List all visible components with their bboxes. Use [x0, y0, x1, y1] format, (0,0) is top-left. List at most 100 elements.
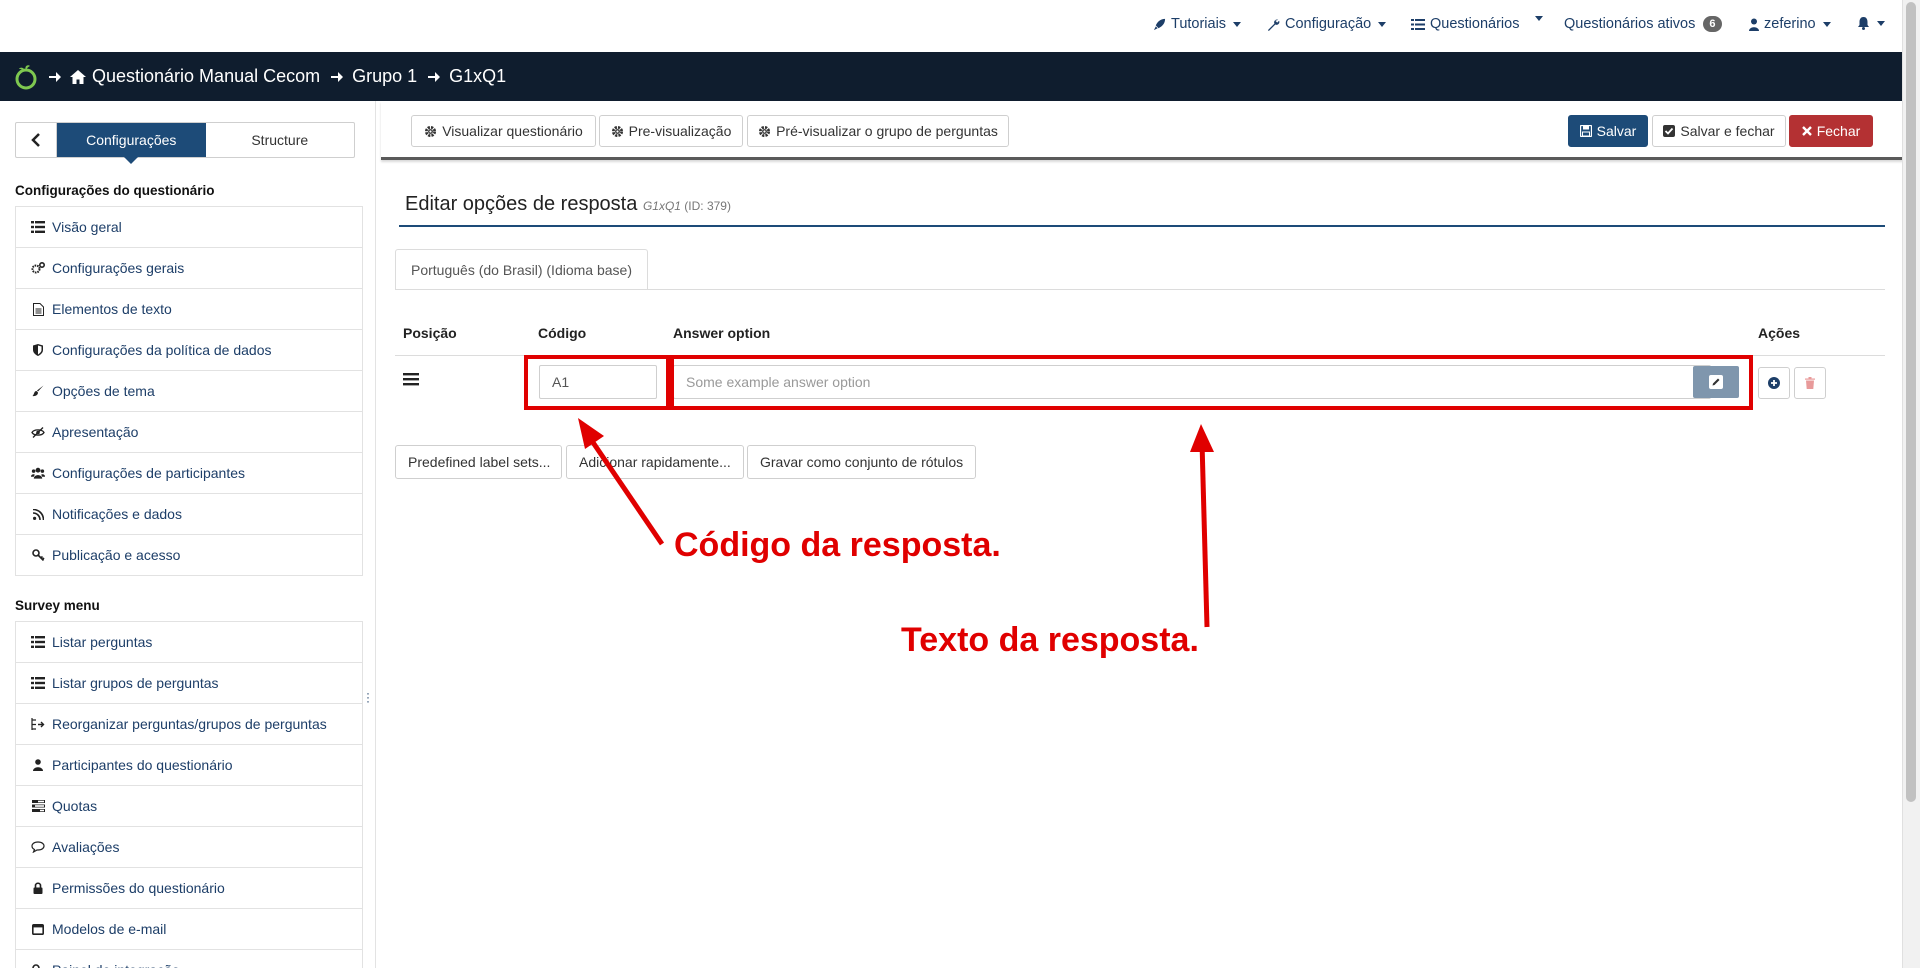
- nav-surveys-dropdown[interactable]: [1533, 16, 1543, 21]
- nav-user-menu[interactable]: zeferino: [1749, 16, 1831, 32]
- question-code-ref: G1xQ1: [642, 199, 681, 213]
- arrow-right-icon: [427, 70, 441, 84]
- sidebar-menu-item-8[interactable]: Modelos de e-mail: [15, 909, 363, 950]
- menu-item-label: Painel de integração: [52, 962, 180, 968]
- tab-settings[interactable]: Configurações: [57, 123, 206, 164]
- column-header-position: Posição: [403, 325, 457, 341]
- page-scrollbar[interactable]: [1902, 0, 1920, 968]
- sidebar-menu-item-9[interactable]: Painel de integração: [15, 950, 363, 968]
- rocket-icon: [1153, 18, 1166, 31]
- sidebar-settings-item-5[interactable]: Opções de tema: [15, 371, 363, 412]
- sidebar-settings-item-8[interactable]: Notificações e dados: [15, 494, 363, 535]
- menu-item-label: Listar grupos de perguntas: [52, 675, 219, 691]
- nav-configuration[interactable]: Configuração: [1267, 16, 1387, 32]
- menu-item-label: Permissões do questionário: [52, 880, 225, 896]
- menu-item-label: Configurações de participantes: [52, 465, 246, 481]
- quick-add-label: Adicionar rapidamente...: [579, 454, 731, 470]
- limesurvey-logo-icon[interactable]: [14, 64, 38, 90]
- list-icon: [31, 676, 45, 690]
- sidebar-menu-item-2[interactable]: Listar grupos de perguntas: [15, 663, 363, 704]
- save-button[interactable]: Salvar: [1568, 115, 1648, 147]
- add-answer-button[interactable]: [1758, 367, 1790, 399]
- gear-icon: [424, 125, 437, 138]
- breadcrumb-question-label: G1xQ1: [449, 66, 507, 86]
- window-icon: [31, 922, 45, 936]
- preview-group-button[interactable]: Pré-visualizar o grupo de perguntas: [747, 115, 1009, 147]
- comment-icon: [31, 840, 45, 854]
- menu-item-label: Participantes do questionário: [52, 757, 233, 773]
- preview-button[interactable]: Pre-visualização: [599, 115, 743, 147]
- caret-down-icon: [1535, 16, 1543, 21]
- tab-divider: [395, 289, 1885, 290]
- menu-item-label: Elementos de texto: [52, 301, 172, 317]
- sidebar-settings-item-1[interactable]: Visão geral: [15, 206, 363, 248]
- close-button[interactable]: Fechar: [1789, 115, 1873, 147]
- menu-item-label: Configurações gerais: [52, 260, 185, 276]
- tab-structure-label: Structure: [251, 132, 309, 148]
- list-icon: [31, 635, 45, 649]
- sidebar-settings-item-3[interactable]: Elementos de texto: [15, 289, 363, 330]
- menu-item-label: Quotas: [52, 798, 98, 814]
- save-close-label: Salvar e fechar: [1680, 123, 1775, 139]
- view-survey-button[interactable]: Visualizar questionário: [411, 115, 596, 147]
- collapse-sidebar-button[interactable]: [16, 123, 57, 157]
- question-id-ref: (ID: 379): [684, 199, 731, 213]
- save-close-button[interactable]: Salvar e fechar: [1652, 115, 1786, 147]
- sidebar-menu-item-5[interactable]: Quotas: [15, 786, 363, 827]
- caret-down-icon: [1877, 20, 1885, 26]
- trash-icon: [1805, 377, 1815, 389]
- nav-surveys-label: Questionários: [1430, 16, 1520, 32]
- close-icon: [1801, 126, 1812, 136]
- list-icon: [31, 220, 45, 234]
- caret-down-icon: [1378, 21, 1387, 27]
- resize-handle-icon[interactable]: · · ·: [366, 687, 370, 707]
- nav-tutorials[interactable]: Tutoriais: [1153, 16, 1242, 32]
- menu-item-label: Avaliações: [52, 839, 120, 855]
- survey-settings-menu: Visão geral Configurações gerais Elementos…: [15, 206, 363, 576]
- file-text-icon: [31, 302, 45, 316]
- users-icon: [31, 466, 45, 480]
- key-icon: [31, 548, 45, 562]
- save-label-set-button[interactable]: Gravar como conjunto de rótulos: [747, 445, 976, 479]
- save-label-set-label: Gravar como conjunto de rótulos: [760, 454, 964, 470]
- floppy-icon: [1579, 125, 1592, 137]
- menu-item-label: Listar perguntas: [52, 634, 153, 650]
- sidebar-menu-item-6[interactable]: Avaliações: [15, 827, 363, 868]
- sidebar-settings-item-4[interactable]: Configurações da política de dados: [15, 330, 363, 371]
- nav-surveys[interactable]: Questionários: [1411, 16, 1519, 32]
- column-header-answer: Answer option: [673, 325, 771, 341]
- preview-label: Pre-visualização: [628, 123, 732, 139]
- menu-item-label: Reorganizar perguntas/grupos de pergunta…: [52, 716, 327, 732]
- breadcrumb-question[interactable]: G1xQ1: [449, 66, 506, 87]
- quick-add-button[interactable]: Adicionar rapidamente...: [566, 445, 744, 479]
- save-label: Salvar: [1596, 123, 1637, 139]
- sidebar-settings-item-2[interactable]: Configurações gerais: [15, 248, 363, 289]
- nav-active-surveys[interactable]: Questionários ativos 6: [1564, 16, 1722, 32]
- tab-structure[interactable]: Structure: [206, 123, 355, 157]
- tab-language-base[interactable]: Português (do Brasil) (Idioma base): [395, 249, 648, 290]
- breadcrumb-survey-label: Questionário Manual Cecom: [92, 66, 321, 86]
- breadcrumb-group[interactable]: Grupo 1: [352, 66, 417, 87]
- drag-handle-icon[interactable]: [403, 372, 419, 386]
- scrollbar-thumb[interactable]: [1906, 2, 1916, 802]
- sidebar-menu-item-7[interactable]: Permissões do questionário: [15, 868, 363, 909]
- gear-icon: [758, 125, 771, 138]
- predefined-label-sets-button[interactable]: Predefined label sets...: [395, 445, 562, 479]
- sidebar-menu-item-1[interactable]: Listar perguntas: [15, 621, 363, 663]
- tasks-icon: [31, 799, 45, 813]
- bell-icon: [1857, 16, 1870, 30]
- annotation-text: Texto da resposta.: [901, 621, 1199, 659]
- list-icon: [1411, 18, 1425, 31]
- sidebar-menu-item-3[interactable]: Reorganizar perguntas/grupos de pergunta…: [15, 704, 363, 745]
- top-navbar: Tutoriais Configuração Questionários Que…: [0, 0, 1903, 52]
- arrow-right-icon: [48, 70, 62, 84]
- nav-notifications[interactable]: [1857, 16, 1885, 30]
- sidebar-settings-item-7[interactable]: Configurações de participantes: [15, 453, 363, 494]
- breadcrumb-survey[interactable]: Questionário Manual Cecom: [70, 66, 320, 87]
- sidebar-settings-item-6[interactable]: Apresentação: [15, 412, 363, 453]
- delete-answer-button[interactable]: [1794, 367, 1826, 399]
- menu-item-label: Configurações da política de dados: [52, 342, 272, 358]
- tab-language-label: Português (do Brasil) (Idioma base): [411, 262, 632, 278]
- sidebar-menu-item-4[interactable]: Participantes do questionário: [15, 745, 363, 786]
- sidebar-settings-item-9[interactable]: Publicação e acesso: [15, 535, 363, 576]
